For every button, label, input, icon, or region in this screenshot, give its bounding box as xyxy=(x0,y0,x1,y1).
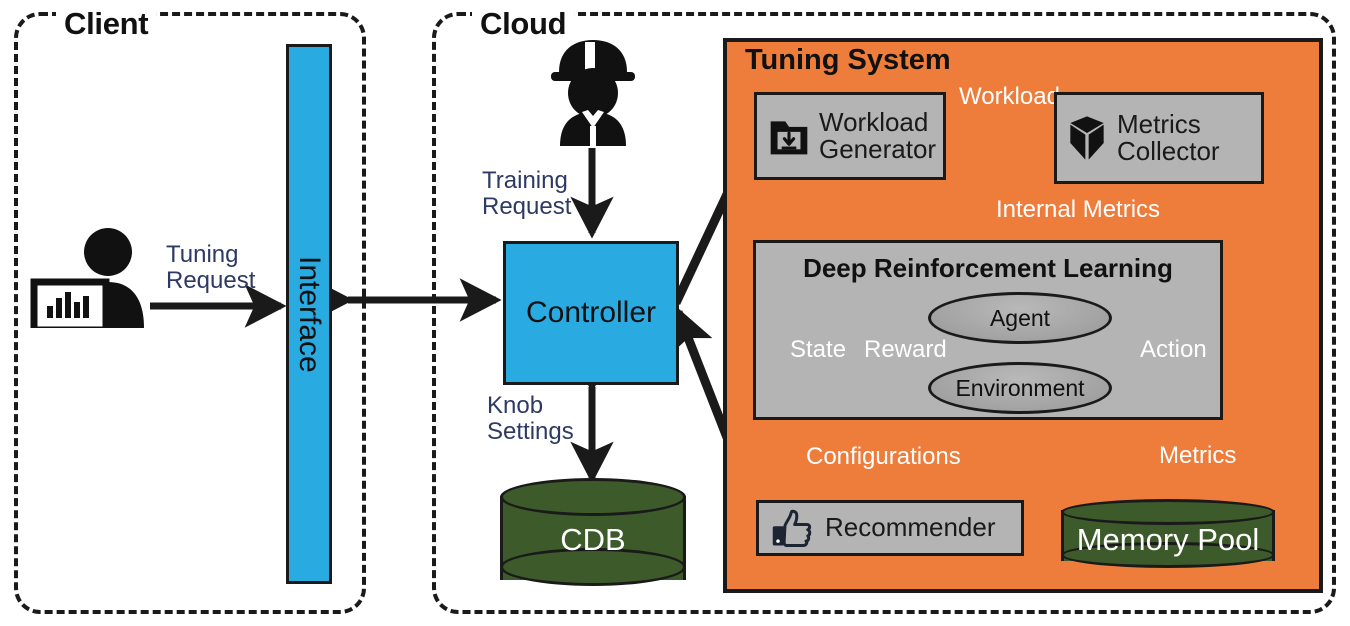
interface-box[interactable]: Interface xyxy=(286,44,332,584)
agent-label: Agent xyxy=(989,304,1051,331)
drl-title: Deep Reinforcement Learning xyxy=(803,253,1173,283)
engineer-hardhat-icon xyxy=(546,36,640,146)
metrics-collector-label: Metrics Collector xyxy=(1117,108,1220,166)
diagram-canvas: Client Tuning Request Interface Cloud Tr… xyxy=(0,0,1350,626)
knob-settings-label: Knob Settings xyxy=(487,392,574,445)
interface-label: Interface xyxy=(293,255,326,373)
cdb-cylinder-top xyxy=(500,478,686,516)
internal-metrics-edge-label: Internal Metrics xyxy=(996,196,1161,223)
tuning-system-title: Tuning System xyxy=(745,44,951,76)
user-with-monitor-icon xyxy=(28,228,168,334)
workload-generator-box[interactable]: Workload Generator xyxy=(754,92,946,180)
action-label: Action xyxy=(1140,336,1207,363)
reward-label: Reward xyxy=(864,336,947,363)
folder-download-icon xyxy=(767,114,811,158)
memory-pool-cylinder[interactable]: Memory Pool xyxy=(1061,499,1275,574)
environment-label: Environment xyxy=(955,374,1085,401)
workload-edge-label: Workload xyxy=(959,83,1060,110)
cdb-label: CDB xyxy=(560,522,626,557)
workload-generator-label: Workload Generator xyxy=(819,106,937,164)
memory-pool-label: Memory Pool xyxy=(1076,522,1260,557)
region-client-title: Client xyxy=(56,8,157,39)
thumbs-up-icon xyxy=(771,509,813,547)
training-request-label: Training Request xyxy=(482,167,572,220)
configurations-edge-label: Configurations xyxy=(806,443,961,470)
controller-label: Controller xyxy=(525,296,657,329)
metrics-collector-box[interactable]: Metrics Collector xyxy=(1054,92,1264,184)
region-cloud-title: Cloud xyxy=(472,8,575,39)
recommender-box[interactable]: Recommender xyxy=(756,500,1024,556)
agent-node[interactable]: Agent xyxy=(928,292,1112,344)
cdb-cylinder[interactable]: CDB xyxy=(500,478,686,598)
controller-box[interactable]: Controller xyxy=(503,241,679,385)
environment-node[interactable]: Environment xyxy=(928,362,1112,414)
metrics-edge-label: Metrics xyxy=(1159,442,1237,469)
recommender-label: Recommender xyxy=(825,512,996,543)
state-label: State xyxy=(790,336,847,363)
prism-cube-icon xyxy=(1067,114,1107,162)
tuning-request-label: Tuning Request xyxy=(166,241,256,294)
